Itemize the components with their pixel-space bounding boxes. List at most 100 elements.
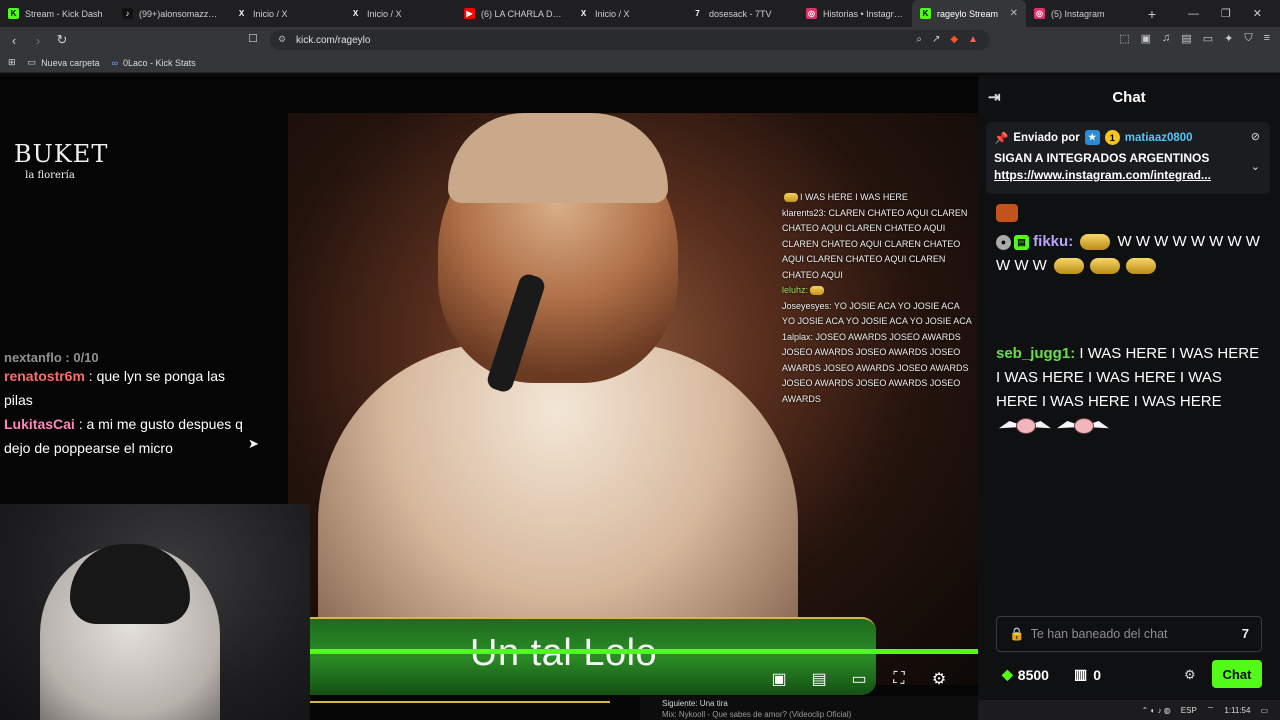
channel-points[interactable]: ◆ 8500 xyxy=(1002,666,1049,683)
minimize-icon[interactable]: — xyxy=(1188,8,1199,20)
x-icon: X xyxy=(238,9,245,18)
extension-icons: ⬚ ▣ ♫ ▤ ▭ ✦ ⛉ ≡ xyxy=(1119,32,1270,45)
browser-tab[interactable]: 7 dosesack - 7TV xyxy=(684,0,798,27)
menu-icon[interactable]: ≡ xyxy=(1264,32,1270,45)
miniplayer-icon[interactable]: ▣ xyxy=(770,670,788,688)
browser-tab[interactable]: ◎ (5) Instagram xyxy=(1026,0,1140,27)
bookmark-icon[interactable]: ☐ xyxy=(248,32,258,45)
network-icon[interactable]: ⌔ xyxy=(1207,705,1215,715)
system-tray: ⌃ ◐ ♪ ◍ ESP ⌔ 1:11:54 ▭ xyxy=(978,700,1280,720)
forward-icon[interactable]: › xyxy=(28,33,48,48)
browser-tab[interactable]: X Inicio / X xyxy=(342,0,456,27)
x-icon: X xyxy=(352,9,359,18)
window-controls: — ❐ ✕ xyxy=(1188,0,1280,27)
hide-pinned-icon[interactable]: ⊘ xyxy=(1251,130,1260,143)
chat-title: Chat xyxy=(1112,88,1146,106)
chat-input[interactable]: 🔒 Te han baneado del chat 7 xyxy=(996,616,1262,652)
extension-icon[interactable]: ▣ xyxy=(1141,32,1151,45)
stream-side-chat: nextanflo : 0/10 renatostr6m : que lyn s… xyxy=(4,352,244,460)
player-controls: ▣ ▤ ▭ ⛶ ⚙ xyxy=(770,670,948,688)
pin-icon: 📌 xyxy=(994,132,1009,145)
browser-tab-active[interactable]: Krageylo Stream ✕ xyxy=(912,0,1026,27)
lock-icon: 🔒 xyxy=(1009,626,1025,641)
side-chat-message: renatostr6m : que lyn se ponga las pilas xyxy=(4,368,226,408)
kick-icon: K xyxy=(920,8,931,19)
wallet-icon[interactable]: ▭ xyxy=(1203,32,1213,45)
now-playing-bar: Siguiente: Una tira Mix: Nykooll - Que s… xyxy=(640,696,978,720)
chat-settings-icon[interactable]: ⚙ xyxy=(1184,667,1196,683)
folder-icon: ▭ xyxy=(27,57,37,67)
apps-icon[interactable]: ⊞ xyxy=(8,57,16,68)
url-text: kick.com/rageylo xyxy=(296,34,371,46)
gifter-badge-icon: 1 xyxy=(1104,130,1120,145)
settings-icon[interactable]: ⚙ xyxy=(930,670,948,688)
back-icon[interactable]: ‹ xyxy=(4,33,24,48)
instagram-icon: ◎ xyxy=(1034,8,1045,19)
chat-username[interactable]: fikku xyxy=(1033,233,1068,250)
chat-panel: ⇥ Chat 📌 Enviado por ★ 1 matiaaz0800 SIG… xyxy=(978,76,1280,720)
leo-icon[interactable]: ✦ xyxy=(1224,32,1233,45)
brave-shield-icon[interactable]: ◆ xyxy=(950,34,958,45)
overlay-line: klarents23: CLAREN CHATEO AQUI CLAREN CH… xyxy=(782,207,968,280)
site-info-icon[interactable]: ⚙ xyxy=(278,34,286,45)
gift-count[interactable]: ▥ 0 xyxy=(1074,666,1101,683)
bookmark-folder[interactable]: ▭ Nueva carpeta xyxy=(28,57,100,68)
media-icon[interactable]: ♫ xyxy=(1162,32,1170,45)
chat-username[interactable]: seb_jugg1 xyxy=(996,345,1070,362)
notification-icon[interactable]: ▭ xyxy=(1260,706,1268,715)
bookmarks-bar: ⊞ ▭ Nueva carpeta ∞ 0Laco - Kick Stats xyxy=(0,53,1280,73)
chat-messages: ● ▤ fikku: W W W W W W W W W W W seb_jug… xyxy=(996,200,1266,448)
user-badges: ● ▤ xyxy=(996,234,1029,250)
navigation-bar: ‹ › ↻ ☐ ⚙ kick.com/rageylo ⌕ ↗ ◆ ▲ ⬚ ▣ ♫… xyxy=(0,27,1280,53)
new-tab-button[interactable]: + xyxy=(1140,6,1164,22)
stream-progress-bar xyxy=(310,649,978,654)
webcam-feed xyxy=(0,504,310,720)
zoom-icon[interactable]: ⌕ xyxy=(916,34,922,45)
sidebar-icon[interactable]: ▤ xyxy=(1181,32,1191,45)
chat-message: ● ▤ fikku: W W W W W W W W W W W xyxy=(996,204,1266,278)
verified-badge-icon: ● xyxy=(996,234,1011,250)
points-icon: ◆ xyxy=(1002,666,1013,682)
clip-icon[interactable]: ▭ xyxy=(850,670,868,688)
brand-logo: BUKET la florería xyxy=(14,140,109,181)
pinned-link[interactable]: https://www.instagram.com/integrad... xyxy=(994,168,1234,182)
stream-player[interactable]: BUKET la florería I WAS HERE I WAS HERE … xyxy=(0,76,978,720)
x-icon: X xyxy=(580,9,587,18)
expand-pinned-icon[interactable]: ⌄ xyxy=(1251,160,1260,173)
browser-tab[interactable]: ▶(6) LA CHARLA DEL M xyxy=(456,0,570,27)
reload-icon[interactable]: ↻ xyxy=(52,32,72,48)
overlay-line: I WAS HERE I WAS HERE xyxy=(782,190,974,206)
theater-mode-icon[interactable]: ▤ xyxy=(810,670,828,688)
brave-rewards-icon[interactable]: ▲ xyxy=(968,34,978,45)
clock[interactable]: 1:11:54 xyxy=(1224,706,1250,715)
collapse-chat-icon[interactable]: ⇥ xyxy=(988,88,1001,106)
browser-tab[interactable]: ◎ Historias • Instagram xyxy=(798,0,912,27)
close-window-icon[interactable]: ✕ xyxy=(1253,7,1262,20)
browser-tab[interactable]: ♪ (99+)alonsomazzayatr xyxy=(114,0,228,27)
youtube-icon: ▶ xyxy=(464,8,475,19)
maximize-icon[interactable]: ❐ xyxy=(1221,7,1231,20)
7tv-emote-icon[interactable]: 7 xyxy=(1242,626,1249,641)
tab-strip: K Stream - Kick Dash ♪ (99+)alonsomazzayat… xyxy=(0,0,1280,27)
fullscreen-icon[interactable]: ⛶ xyxy=(890,670,908,688)
performer-beanie xyxy=(448,113,668,203)
browser-tab[interactable]: X Inicio / X xyxy=(228,0,342,27)
share-icon[interactable]: ↗ xyxy=(932,34,940,45)
instagram-icon: ◎ xyxy=(806,8,817,19)
pinned-message[interactable]: 📌 Enviado por ★ 1 matiaaz0800 SIGAN A IN… xyxy=(986,122,1270,194)
video-chat-overlay: I WAS HERE I WAS HERE klarents23: CLAREN… xyxy=(782,190,974,490)
chat-line-cut: nextanflo : 0/10 xyxy=(4,352,99,364)
address-bar[interactable]: ⚙ kick.com/rageylo ⌕ ↗ ◆ ▲ xyxy=(270,30,990,50)
tray-icons[interactable]: ⌃ ◐ ♪ ◍ xyxy=(1142,706,1171,715)
close-tab-icon[interactable]: ✕ xyxy=(1010,8,1018,19)
bookmark-link[interactable]: ∞ 0Laco - Kick Stats xyxy=(112,58,196,68)
kick-stats-icon: ∞ xyxy=(111,57,119,68)
vpn-icon[interactable]: ⛉ xyxy=(1244,32,1252,45)
overlay-line: leluhz: xyxy=(782,283,974,299)
browser-tab[interactable]: X Inicio / X xyxy=(570,0,684,27)
send-chat-button[interactable]: Chat xyxy=(1212,660,1262,688)
language-indicator[interactable]: ESP xyxy=(1181,706,1197,715)
extension-icon[interactable]: ⬚ xyxy=(1119,32,1129,45)
browser-tab[interactable]: K Stream - Kick Dash xyxy=(0,0,114,27)
side-chat-message: LukitasCai : a mi me gusto despues q dej… xyxy=(4,416,243,456)
